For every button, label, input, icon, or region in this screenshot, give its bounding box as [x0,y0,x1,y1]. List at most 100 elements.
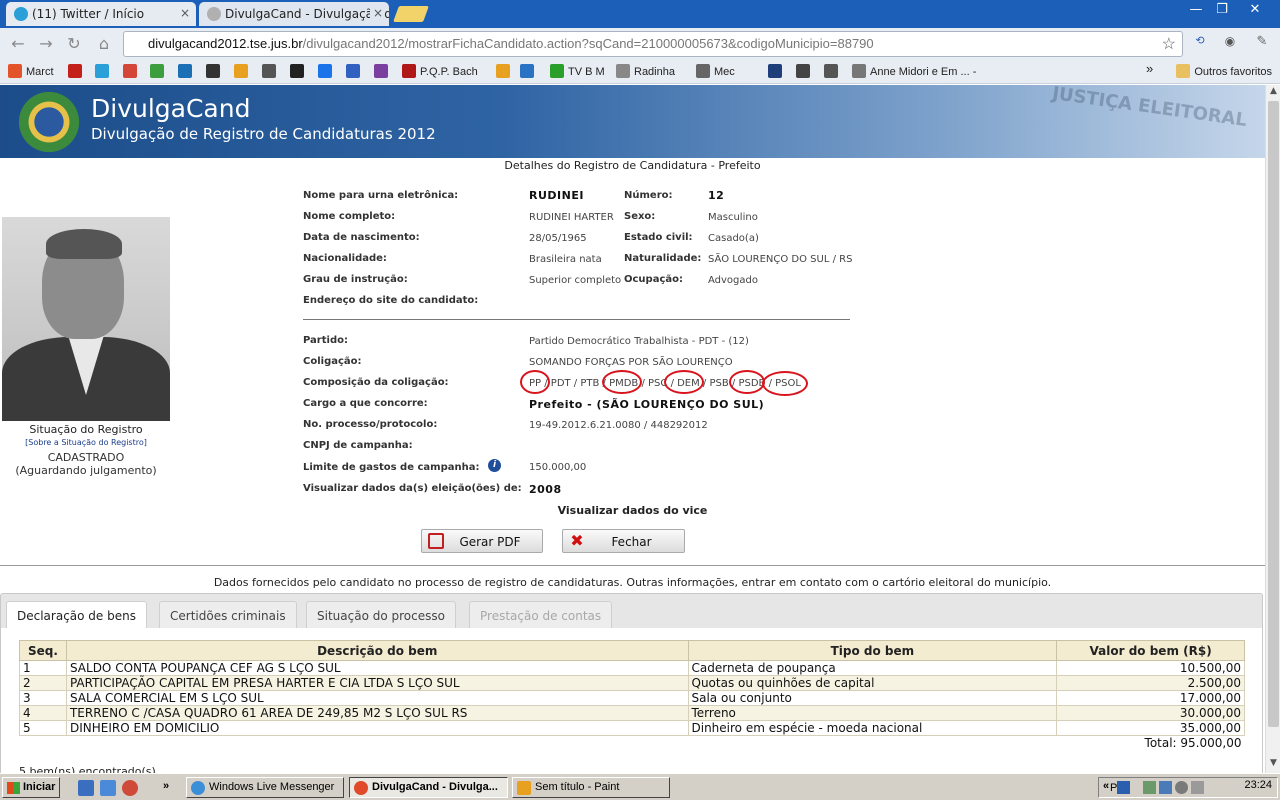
assets-table: Seq. Descrição do bem Tipo do bem Valor … [19,640,1245,751]
bookmark-favicon-icon [8,64,22,78]
table-cell: SALDO CONTA POUPANÇA CEF AG S LÇO SUL [65,660,689,676]
bookmark-item[interactable] [346,64,364,80]
task-chrome[interactable]: DivulgaCand - Divulga... [349,777,508,798]
tray-app-icon[interactable] [1143,781,1156,794]
view-vice-link[interactable]: Visualizar dados do vice [0,504,1265,517]
tab-title: (11) Twitter / Início [32,7,145,21]
task-messenger[interactable]: Windows Live Messenger [186,777,344,798]
close-button[interactable]: ✖ Fechar [562,529,685,553]
task-paint[interactable]: Sem título - Paint [512,777,670,798]
bookmark-item[interactable]: Radinha [616,64,675,80]
scroll-down-icon[interactable]: ▼ [1266,758,1280,772]
bookmark-item[interactable] [374,64,392,80]
show-desktop-icon[interactable] [78,780,94,796]
quicklaunch-icon[interactable] [122,780,138,796]
tray-app-icon[interactable] [1191,781,1204,794]
bookmark-item[interactable] [796,64,814,80]
bookmark-star-icon[interactable]: ☆ [1162,34,1176,54]
minimize-button[interactable]: — [1184,2,1208,18]
bookmark-favicon-icon [262,64,276,78]
bookmark-item[interactable] [768,64,786,80]
assets-total: Total: 95.000,00 [1144,736,1242,751]
page-scrollbar[interactable]: ▲ ▼ [1265,85,1280,773]
bookmark-item[interactable]: Anne Midori e Em ... - [852,64,976,80]
office-value: Prefeito - (SÃO LOURENÇO DO SUL) [529,398,765,411]
network-icon[interactable] [1159,781,1172,794]
other-bookmarks[interactable]: Outros favoritos [1176,64,1272,80]
tab-twitter[interactable]: (11) Twitter / Início × [6,2,196,26]
maximize-button[interactable]: ❐ [1210,2,1234,18]
bookmark-favicon-icon [178,64,192,78]
bookmark-item[interactable] [520,64,538,80]
task-label: Windows Live Messenger [209,781,335,793]
tab-assets[interactable]: Declaração de bens [6,601,147,630]
bookmark-favicon-icon [234,64,248,78]
quicklaunch-icon[interactable] [100,780,116,796]
back-button[interactable]: ← [8,34,28,54]
assets-found-count: 5 bem(ns) encontrado(s). [19,765,160,773]
section-separator [0,565,1265,566]
bookmarks-more-icon[interactable]: » [1146,61,1153,77]
sex-label: Sexo: [624,211,656,222]
scroll-thumb[interactable] [1268,101,1279,727]
browser-tabstrip: (11) Twitter / Início × DivulgaCand - Di… [0,0,1280,28]
generate-pdf-label: Gerar PDF [459,535,521,549]
address-bar[interactable]: divulgacand2012.tse.jus.br/divulgacand20… [123,31,1183,57]
bookmark-item[interactable]: P.Q.P. Bach [402,64,478,80]
column-header[interactable]: Seq. [19,640,67,661]
bookmark-item[interactable] [150,64,168,80]
column-header[interactable]: Descrição do bem [65,640,689,661]
bookmark-item[interactable]: Mec [696,64,735,80]
education-label: Grau de instrução: [303,274,408,285]
table-cell: Quotas ou quinhões de capital [687,675,1058,691]
registration-status-link[interactable]: [Sobre a Situação do Registro] [0,438,172,447]
bookmark-item[interactable]: Marct [8,64,54,80]
bookmark-item[interactable] [262,64,280,80]
bookmark-item[interactable] [496,64,514,80]
bookmark-item[interactable] [290,64,308,80]
bookmark-item[interactable] [68,64,86,80]
eye-extension-icon[interactable]: ◉ [1220,34,1240,54]
volume-icon[interactable] [1175,781,1188,794]
generate-pdf-button[interactable]: Gerar PDF [421,529,543,553]
bookmark-item[interactable] [824,64,842,80]
bookmark-item[interactable] [318,64,336,80]
registration-status: CADASTRADO [47,451,125,464]
bookmark-item[interactable] [95,64,113,80]
birthplace-label: Naturalidade: [624,253,702,264]
close-window-button[interactable]: ✕ [1242,2,1268,18]
quicklaunch-more-icon[interactable]: » [163,780,175,796]
wrench-menu-icon[interactable]: ✎ [1252,34,1272,54]
info-icon[interactable]: i [488,459,501,472]
bookmark-item[interactable] [234,64,252,80]
red-circle-annotation [729,370,765,394]
column-header[interactable]: Tipo do bem [687,640,1058,661]
reload-button[interactable]: ↻ [64,34,84,54]
start-button[interactable]: Iniciar [2,777,60,798]
bookmark-favicon-icon [852,64,866,78]
tray-expand-icon[interactable]: « [1103,780,1109,792]
new-tab-button[interactable] [393,6,429,22]
home-button[interactable]: ⌂ [94,34,114,54]
close-tab-icon[interactable]: × [369,6,383,20]
tray-app-icon[interactable] [1117,781,1130,794]
bookmark-item[interactable] [178,64,196,80]
tab-criminal-certificates[interactable]: Certidões criminais [159,601,297,630]
table-cell: 1 [19,660,67,676]
extension-icon[interactable]: ⟲ [1190,34,1210,54]
bookmark-item[interactable] [206,64,224,80]
birthplace-value: SÃO LOURENÇO DO SUL / RS [708,254,853,265]
url-path: /divulgacand2012/mostrarFichaCandidato.a… [302,36,874,51]
bookmark-item[interactable]: TV B M [550,64,605,80]
page-viewport: DivulgaCand Divulgação de Registro de Ca… [0,85,1265,773]
scroll-up-icon[interactable]: ▲ [1266,86,1280,100]
forward-button[interactable]: → [36,34,56,54]
bookmark-item[interactable] [123,64,141,80]
close-tab-icon[interactable]: × [180,6,190,20]
clock[interactable]: 23:24 [1244,779,1272,791]
number-label: Número: [624,190,673,201]
column-header[interactable]: Valor do bem (R$) [1056,640,1245,661]
tab-divulgacand[interactable]: DivulgaCand - Divulgação de R × [199,2,389,26]
election-year-link[interactable]: 2008 [529,483,562,496]
tab-process-status[interactable]: Situação do processo [306,601,456,630]
